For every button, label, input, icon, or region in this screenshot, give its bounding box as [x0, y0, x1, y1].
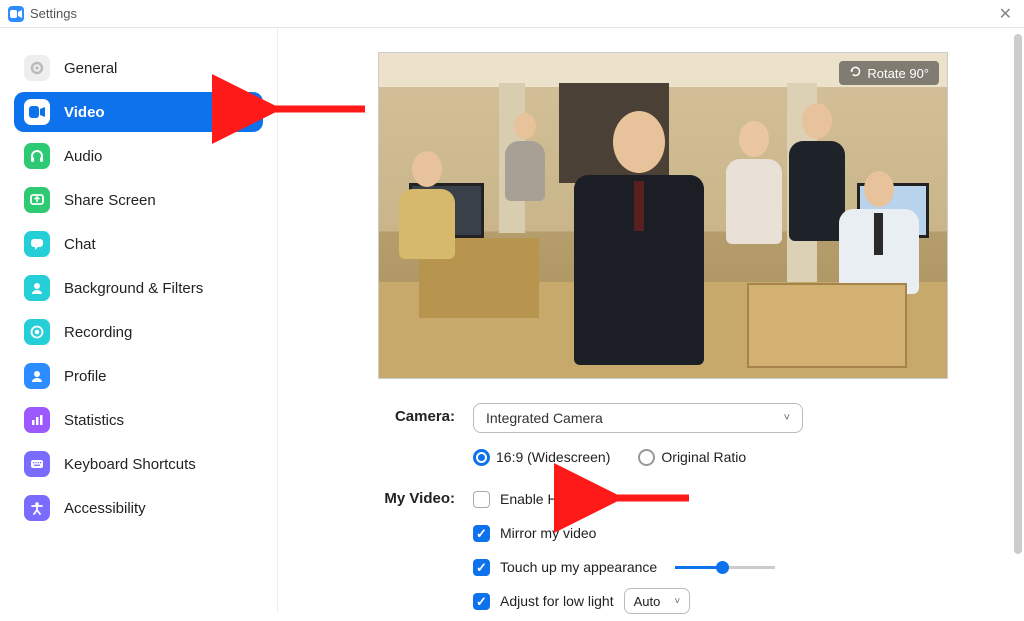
video-icon	[24, 99, 50, 125]
chevron-down-icon: ˅	[784, 412, 790, 424]
person-icon	[24, 275, 50, 301]
headphones-icon	[24, 143, 50, 169]
rotate-button[interactable]: Rotate 90°	[839, 61, 939, 85]
gear-icon	[24, 55, 50, 81]
sidebar-item-share-screen[interactable]: Share Screen	[14, 180, 263, 220]
sidebar-item-profile[interactable]: Profile	[14, 356, 263, 396]
checkbox-lowlight[interactable]	[473, 593, 490, 610]
share-icon	[24, 187, 50, 213]
accessibility-icon	[24, 495, 50, 521]
main-panel: Rotate 90° Camera: Integrated Camera ˅ 1…	[278, 28, 1024, 612]
stats-icon	[24, 407, 50, 433]
checkbox-label: Enable HD	[500, 491, 568, 507]
keyboard-icon	[24, 451, 50, 477]
camera-label: Camera:	[378, 403, 473, 425]
profile-icon	[24, 363, 50, 389]
sidebar-item-chat[interactable]: Chat	[14, 224, 263, 264]
video-preview: Rotate 90°	[378, 52, 948, 379]
radio-icon	[473, 449, 490, 466]
sidebar-item-label: Accessibility	[64, 500, 146, 517]
radio-icon	[638, 449, 655, 466]
touchup-slider[interactable]	[675, 566, 775, 569]
chevron-down-icon: ˅	[674, 596, 680, 607]
sidebar-item-label: Profile	[64, 368, 107, 385]
sidebar-item-video[interactable]: Video	[14, 92, 263, 132]
sidebar-item-label: Recording	[64, 324, 132, 341]
sidebar-item-label: Background & Filters	[64, 280, 203, 297]
checkbox-mirror[interactable]	[473, 525, 490, 542]
checkbox-enable-hd[interactable]	[473, 491, 490, 508]
record-icon	[24, 319, 50, 345]
sidebar: General Video Audio Share Screen Chat Ba…	[0, 28, 278, 612]
checkbox-label: Touch up my appearance	[500, 559, 657, 575]
rotate-label: Rotate 90°	[867, 66, 929, 81]
checkbox-touchup[interactable]	[473, 559, 490, 576]
window-title: Settings	[30, 6, 77, 21]
radio-original-ratio[interactable]: Original Ratio	[638, 449, 746, 466]
radio-widescreen[interactable]: 16:9 (Widescreen)	[473, 449, 610, 466]
camera-select[interactable]: Integrated Camera ˅	[473, 403, 803, 433]
sidebar-item-label: Keyboard Shortcuts	[64, 456, 196, 473]
sidebar-item-label: General	[64, 60, 117, 77]
camera-select-value: Integrated Camera	[486, 410, 603, 426]
sidebar-item-background-filters[interactable]: Background & Filters	[14, 268, 263, 308]
sidebar-item-label: Audio	[64, 148, 102, 165]
sidebar-item-keyboard-shortcuts[interactable]: Keyboard Shortcuts	[14, 444, 263, 484]
myvideo-label: My Video:	[378, 485, 473, 507]
close-button[interactable]: ✕	[995, 4, 1016, 24]
sidebar-item-label: Video	[64, 104, 105, 121]
app-icon	[8, 6, 24, 22]
sidebar-item-recording[interactable]: Recording	[14, 312, 263, 352]
lowlight-select[interactable]: Auto ˅	[624, 588, 691, 614]
lowlight-select-value: Auto	[634, 594, 661, 609]
sidebar-item-statistics[interactable]: Statistics	[14, 400, 263, 440]
chat-icon	[24, 231, 50, 257]
sidebar-item-label: Chat	[64, 236, 96, 253]
rotate-icon	[849, 65, 862, 81]
sidebar-item-label: Share Screen	[64, 192, 156, 209]
checkbox-label: Mirror my video	[500, 525, 596, 541]
radio-label: 16:9 (Widescreen)	[496, 449, 610, 465]
sidebar-item-label: Statistics	[64, 412, 124, 429]
sidebar-item-general[interactable]: General	[14, 48, 263, 88]
checkbox-label: Adjust for low light	[500, 593, 614, 609]
sidebar-item-audio[interactable]: Audio	[14, 136, 263, 176]
sidebar-item-accessibility[interactable]: Accessibility	[14, 488, 263, 528]
titlebar: Settings ✕	[0, 0, 1024, 28]
scrollbar[interactable]	[1014, 34, 1022, 554]
radio-label: Original Ratio	[661, 449, 746, 465]
